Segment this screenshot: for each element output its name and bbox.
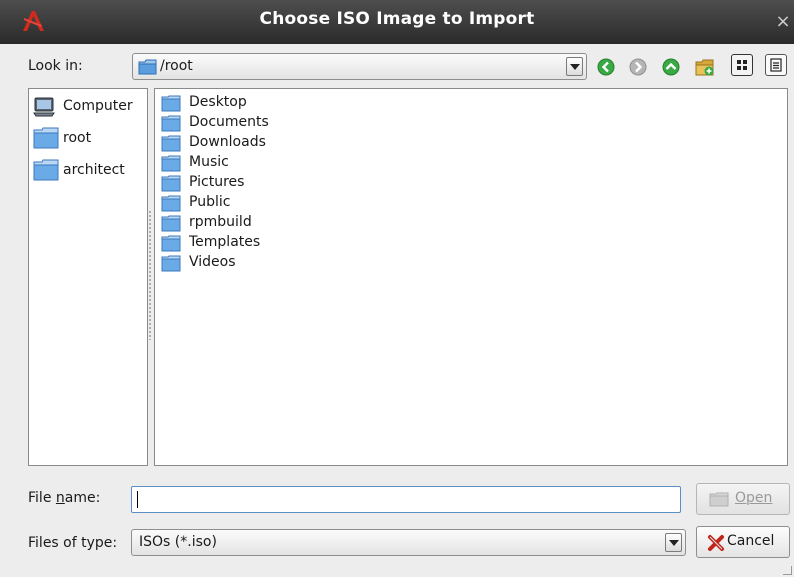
title-bar: Choose ISO Image to Import × — [0, 0, 794, 44]
file-name: Templates — [189, 234, 261, 250]
folder-icon — [33, 127, 59, 149]
look-in-path: /root — [160, 58, 193, 74]
sidebar-item-computer[interactable]: Computer — [33, 95, 145, 119]
file-list[interactable]: Desktop Documents Downloads Music Pictur… — [154, 88, 788, 466]
folder-icon — [161, 235, 181, 252]
files-of-type-label: Files of type: — [28, 535, 118, 551]
file-name-label: File name: — [28, 490, 100, 506]
file-name: Public — [189, 194, 231, 210]
file-name-label-suffix: ame: — [64, 490, 101, 506]
open-button-rest: pen — [746, 490, 773, 506]
folder-icon — [161, 135, 181, 152]
forward-icon[interactable] — [627, 56, 649, 78]
resize-grip[interactable] — [783, 566, 792, 575]
open-button[interactable]: Open — [696, 483, 790, 515]
back-icon[interactable] — [595, 56, 617, 78]
file-name: Documents — [189, 114, 269, 130]
file-name: Desktop — [189, 94, 247, 110]
text-caret — [137, 491, 138, 508]
places-sidebar[interactable]: Computer root architect — [28, 88, 148, 466]
detail-view-button[interactable] — [765, 54, 787, 76]
file-name: Videos — [189, 254, 236, 270]
folder-icon — [161, 155, 181, 172]
sidebar-item-root[interactable]: root — [33, 125, 145, 153]
look-in-label: Look in: — [28, 58, 83, 74]
sidebar-item-label: architect — [63, 162, 125, 178]
file-name: rpmbuild — [189, 214, 252, 230]
folder-icon — [33, 159, 59, 181]
parent-directory-icon[interactable] — [660, 56, 682, 78]
file-name: Music — [189, 154, 229, 170]
folder-icon — [161, 195, 181, 212]
detail-view-icon — [770, 58, 782, 72]
cancel-icon — [708, 535, 724, 551]
sidebar-item-label: Computer — [63, 98, 133, 114]
file-name-label-mnemonic: n — [55, 490, 65, 506]
computer-icon — [33, 97, 55, 117]
file-name: Pictures — [189, 174, 245, 190]
file-name-label-prefix: File — [28, 490, 56, 506]
look-in-combobox[interactable]: /root — [132, 53, 587, 80]
icon-view-button[interactable] — [731, 54, 753, 76]
folder-icon — [161, 255, 181, 272]
open-folder-icon — [709, 492, 729, 507]
file-chooser-dialog: Choose ISO Image to Import × Look in: /r… — [0, 0, 794, 577]
new-folder-icon[interactable] — [694, 56, 716, 78]
dialog-title: Choose ISO Image to Import — [259, 9, 535, 29]
cancel-button[interactable]: Cancel — [696, 526, 790, 558]
folder-icon — [161, 215, 181, 232]
folder-icon — [161, 115, 181, 132]
folder-icon — [138, 59, 157, 75]
cancel-button-label: Cancel — [727, 533, 775, 549]
file-name: Downloads — [189, 134, 266, 150]
folder-icon — [161, 175, 181, 192]
sidebar-item-architect[interactable]: architect — [33, 157, 145, 185]
files-of-type-value: ISOs (*.iso) — [139, 534, 217, 550]
close-button[interactable]: × — [772, 11, 794, 33]
sidebar-item-label: root — [63, 130, 92, 146]
chevron-down-icon[interactable] — [566, 57, 583, 76]
open-button-mnemonic: O — [735, 490, 747, 506]
panel-splitter[interactable] — [148, 210, 152, 340]
chevron-down-icon[interactable] — [665, 533, 682, 552]
open-button-label: Open — [735, 490, 772, 506]
files-of-type-combobox[interactable]: ISOs (*.iso) — [131, 529, 686, 556]
icon-view-icon — [737, 60, 747, 70]
file-name-input[interactable] — [131, 486, 681, 513]
folder-icon — [161, 95, 181, 112]
